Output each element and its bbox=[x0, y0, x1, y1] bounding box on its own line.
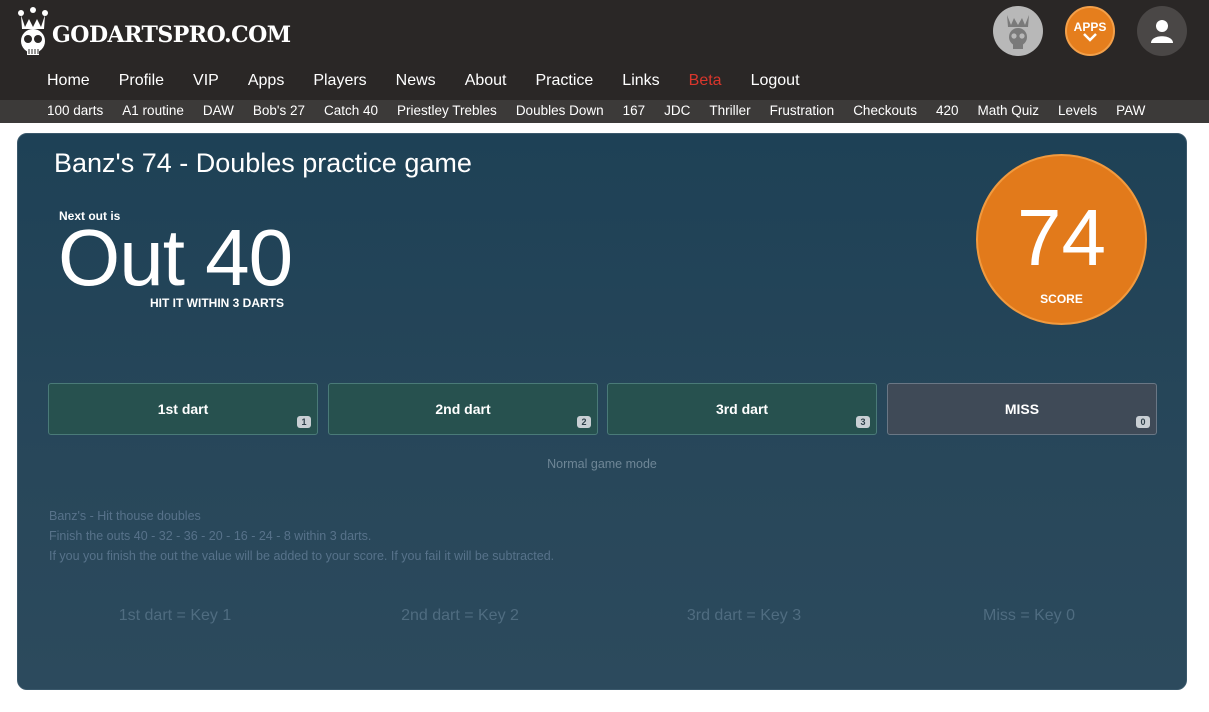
subnav-167[interactable]: 167 bbox=[623, 103, 646, 118]
nav-news[interactable]: News bbox=[396, 72, 436, 90]
button-label: MISS bbox=[1004, 401, 1040, 417]
game-mode-label: Normal game mode bbox=[547, 457, 657, 471]
apps-button[interactable]: APPS bbox=[1065, 6, 1115, 56]
top-bar: GODARTSPRO.COM APPS Home Profile VIP App… bbox=[0, 0, 1209, 100]
apps-label: APPS bbox=[1073, 19, 1107, 34]
subnav-frustration[interactable]: Frustration bbox=[770, 103, 835, 118]
subnav-420[interactable]: 420 bbox=[936, 103, 959, 118]
nav-profile[interactable]: Profile bbox=[119, 72, 164, 90]
subnav-doubles-down[interactable]: Doubles Down bbox=[516, 103, 604, 118]
description-line: Finish the outs 40 - 32 - 36 - 20 - 16 -… bbox=[49, 529, 372, 543]
key-hint: Miss = Key 0 bbox=[982, 607, 1076, 624]
key-hint: 3rd dart = Key 3 bbox=[686, 607, 802, 624]
button-label: 1st dart bbox=[157, 401, 209, 417]
user-icon bbox=[1151, 20, 1173, 43]
nav-about[interactable]: About bbox=[465, 72, 507, 90]
crowned-skull-icon bbox=[1007, 15, 1029, 49]
nav-practice[interactable]: Practice bbox=[536, 72, 594, 90]
sub-nav-items: 100 darts A1 routine DAW Bob's 27 Catch … bbox=[47, 103, 1164, 118]
key-badge: 0 bbox=[1136, 416, 1150, 428]
sub-nav: 100 darts A1 routine DAW Bob's 27 Catch … bbox=[0, 100, 1209, 123]
key-badge: 3 bbox=[856, 416, 870, 428]
king-badge-button[interactable] bbox=[993, 6, 1043, 56]
key-badge: 1 bbox=[297, 416, 311, 428]
third-dart-button[interactable]: 3rd dart 3 bbox=[607, 383, 877, 435]
key-hint: 2nd dart = Key 2 bbox=[401, 607, 519, 624]
miss-button[interactable]: MISS 0 bbox=[887, 383, 1157, 435]
subnav-a1-routine[interactable]: A1 routine bbox=[122, 103, 184, 118]
header-icons: APPS bbox=[993, 6, 1187, 56]
subnav-daw[interactable]: DAW bbox=[203, 103, 234, 118]
subnav-priestley-trebles[interactable]: Priestley Trebles bbox=[397, 103, 497, 118]
chevron-down-icon bbox=[1083, 32, 1097, 42]
game-description: Banz's - Hit thouse doubles Finish the o… bbox=[49, 506, 554, 566]
subnav-paw[interactable]: PAW bbox=[1116, 103, 1145, 118]
nav-vip[interactable]: VIP bbox=[193, 72, 219, 90]
brand-name: GODARTSPRO.COM bbox=[52, 22, 291, 48]
nav-beta[interactable]: Beta bbox=[689, 72, 722, 90]
key-badge: 2 bbox=[577, 416, 591, 428]
subnav-thriller[interactable]: Thriller bbox=[709, 103, 750, 118]
score-label: SCORE bbox=[1040, 292, 1083, 306]
score-value: 74 bbox=[1017, 193, 1106, 282]
nav-home[interactable]: Home bbox=[47, 72, 90, 90]
score-badge: 74 SCORE bbox=[976, 154, 1147, 325]
game-title: Banz's 74 - Doubles practice game bbox=[54, 148, 472, 178]
second-dart-button[interactable]: 2nd dart 2 bbox=[328, 383, 598, 435]
subnav-math-quiz[interactable]: Math Quiz bbox=[978, 103, 1040, 118]
subnav-checkouts[interactable]: Checkouts bbox=[853, 103, 917, 118]
site-logo[interactable]: GODARTSPRO.COM bbox=[16, 6, 291, 58]
key-hint: 1st dart = Key 1 bbox=[118, 607, 232, 624]
subnav-jdc[interactable]: JDC bbox=[664, 103, 690, 118]
button-label: 3rd dart bbox=[715, 401, 769, 417]
subnav-levels[interactable]: Levels bbox=[1058, 103, 1097, 118]
hit-within-label: HIT IT WITHIN 3 DARTS bbox=[150, 296, 284, 310]
nav-players[interactable]: Players bbox=[313, 72, 366, 90]
game-panel: Banz's 74 - Doubles practice game Next o… bbox=[17, 133, 1187, 690]
nav-links[interactable]: Links bbox=[622, 72, 659, 90]
main-nav: Home Profile VIP Apps Players News About… bbox=[47, 72, 829, 90]
nav-logout[interactable]: Logout bbox=[751, 72, 800, 90]
nav-apps[interactable]: Apps bbox=[248, 72, 284, 90]
description-line: Banz's - Hit thouse doubles bbox=[49, 509, 201, 523]
subnav-100-darts[interactable]: 100 darts bbox=[47, 103, 103, 118]
subnav-bobs-27[interactable]: Bob's 27 bbox=[253, 103, 305, 118]
skull-crown-icon bbox=[18, 7, 48, 55]
subnav-catch-40[interactable]: Catch 40 bbox=[324, 103, 378, 118]
description-line: If you you finish the out the value will… bbox=[49, 549, 555, 563]
button-label: 2nd dart bbox=[435, 401, 491, 417]
current-out: Out 40 bbox=[58, 213, 293, 302]
first-dart-button[interactable]: 1st dart 1 bbox=[48, 383, 318, 435]
user-account-button[interactable] bbox=[1137, 6, 1187, 56]
